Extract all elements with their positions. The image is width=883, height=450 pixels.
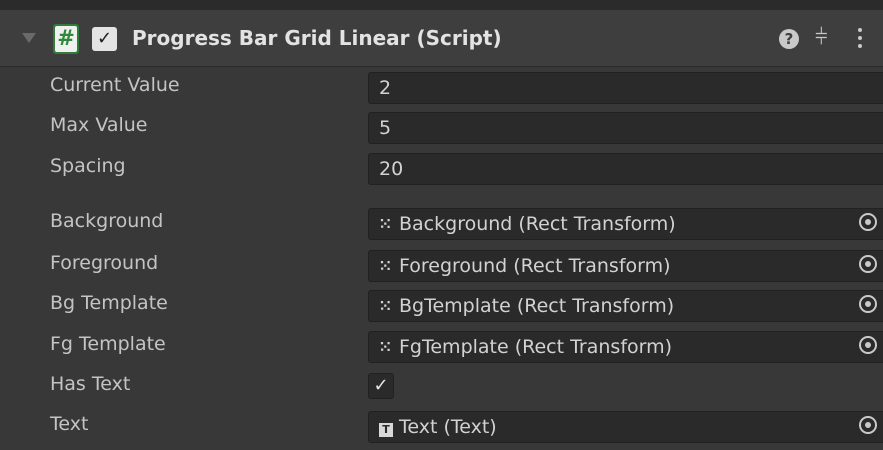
field-label: Has Text [50,373,131,395]
help-icon[interactable]: ? [779,29,799,49]
object-field-value: Text (Text) [399,416,497,438]
field-row-text: Text T Text (Text) [0,409,883,445]
object-field-value: Foreground (Rect Transform) [399,255,671,277]
script-icon: # [53,24,79,54]
field-label: Spacing [50,155,126,177]
field-row-bg-template: Bg Template ⁙ BgTemplate (Rect Transform) [0,288,883,324]
field-row-has-text: Has Text ✓ [0,369,883,405]
rect-transform-icon: ⁙ [379,338,392,356]
object-field-value: BgTemplate (Rect Transform) [399,295,675,317]
field-label: Background [50,210,164,232]
field-row-spacing: Spacing 20 [0,151,883,187]
max-value-input[interactable]: 5 [368,112,883,144]
field-row-max-value: Max Value 5 [0,110,883,146]
script-icon-glyph: # [57,26,75,50]
field-label: Foreground [50,252,159,274]
object-picker-icon[interactable] [859,255,877,273]
field-row-foreground: Foreground ⁙ Foreground (Rect Transform) [0,248,883,284]
rect-transform-icon: ⁙ [379,257,392,275]
foreground-object-field[interactable]: ⁙ Foreground (Rect Transform) [368,250,883,282]
text-object-field[interactable]: T Text (Text) [368,411,883,443]
inspector-top-border [0,0,883,10]
rect-transform-icon: ⁙ [379,215,392,233]
field-label: Current Value [50,74,180,96]
foldout-arrow-icon[interactable] [22,33,36,43]
field-label: Bg Template [50,292,168,314]
bg-template-object-field[interactable]: ⁙ BgTemplate (Rect Transform) [368,290,883,322]
presets-icon[interactable]: ⫩ [815,26,828,50]
field-label: Text [50,413,89,435]
rect-transform-icon: ⁙ [379,297,392,315]
background-object-field[interactable]: ⁙ Background (Rect Transform) [368,208,883,240]
fg-template-object-field[interactable]: ⁙ FgTemplate (Rect Transform) [368,331,883,363]
object-picker-icon[interactable] [859,295,877,313]
field-label: Fg Template [50,333,166,355]
component-enabled-checkbox[interactable]: ✓ [92,27,117,51]
field-row-background: Background ⁙ Background (Rect Transform) [0,206,883,242]
current-value-input[interactable]: 2 [368,72,883,104]
spacing-input[interactable]: 20 [368,153,883,185]
component-header[interactable]: # ✓ Progress Bar Grid Linear (Script) ? … [0,10,883,67]
field-label: Max Value [50,114,148,136]
object-picker-icon[interactable] [859,416,877,434]
context-menu-icon[interactable] [857,28,863,52]
has-text-checkbox[interactable]: ✓ [368,373,394,399]
field-row-fg-template: Fg Template ⁙ FgTemplate (Rect Transform) [0,329,883,365]
object-picker-icon[interactable] [859,336,877,354]
text-component-icon: T [379,423,393,437]
object-field-value: Background (Rect Transform) [399,213,676,235]
component-title: Progress Bar Grid Linear (Script) [132,26,502,50]
object-field-value: FgTemplate (Rect Transform) [399,336,673,358]
field-row-current-value: Current Value 2 [0,70,883,106]
object-picker-icon[interactable] [859,213,877,231]
